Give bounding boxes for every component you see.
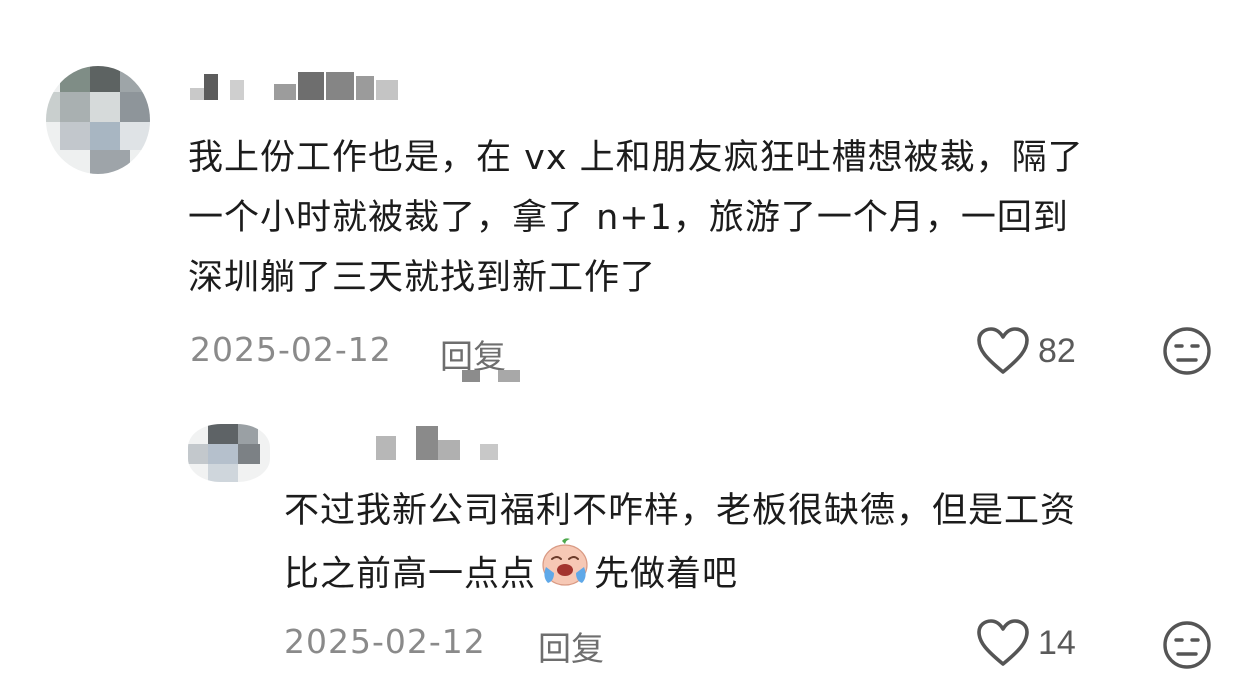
like-count: 14: [1038, 623, 1076, 662]
heart-icon: [976, 618, 1030, 668]
comment-date: 2025-02-12: [284, 622, 486, 661]
comment-line: 比之前高一点点 先做着吧: [284, 538, 1076, 610]
like-count: 82: [1038, 331, 1076, 370]
comment-line: 我上份工作也是，在 vx 上和朋友疯狂吐槽想被裁，隔了: [188, 138, 1084, 178]
avatar[interactable]: [188, 424, 270, 482]
like-button[interactable]: 82: [976, 326, 1076, 376]
comment-line-text: 比之前高一点点: [284, 554, 537, 595]
comment-text: 不过我新公司福利不咋样，老板很缺德，但是工资 比之前高一点点 先做着吧: [284, 481, 1076, 610]
username[interactable]: [376, 426, 506, 466]
comment-date: 2025-02-12: [190, 330, 392, 369]
comment-line: 一个小时就被裁了，拿了 n+1，旅游了一个月，一回到: [188, 198, 1069, 238]
avatar[interactable]: [46, 66, 150, 174]
reply-button[interactable]: 回复: [538, 622, 604, 670]
username[interactable]: [190, 70, 410, 104]
heart-icon: [976, 326, 1030, 376]
comment-line: 深圳躺了三天就找到新工作了: [188, 258, 657, 298]
like-button[interactable]: 14: [976, 618, 1076, 668]
crying-face-emoji: [540, 537, 590, 606]
comment-line-text: 先做着吧: [594, 554, 739, 595]
meh-face-icon[interactable]: [1162, 326, 1212, 380]
meh-face-icon[interactable]: [1162, 620, 1212, 674]
comment-text: 我上份工作也是，在 vx 上和朋友疯狂吐槽想被裁，隔了 一个小时就被裁了，拿了 …: [188, 128, 1084, 308]
blur-artifact: [462, 370, 522, 382]
comment-line: 不过我新公司福利不咋样，老板很缺德，但是工资: [284, 491, 1077, 531]
